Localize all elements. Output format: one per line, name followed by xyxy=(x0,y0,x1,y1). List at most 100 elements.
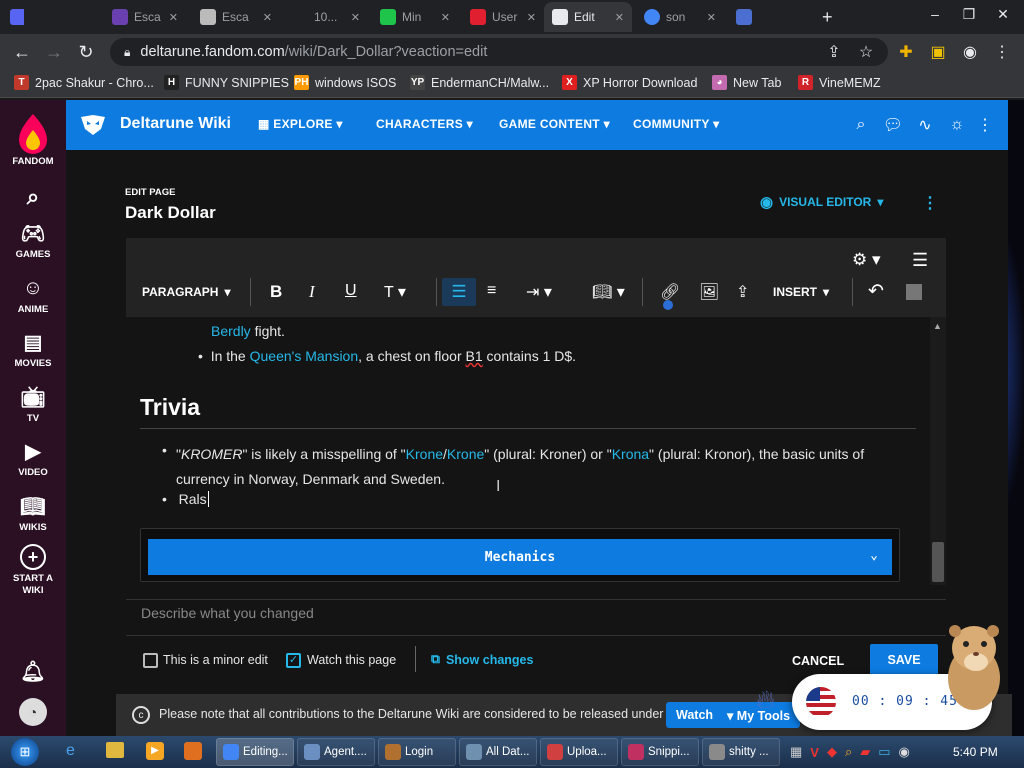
bookmark-item[interactable]: R VineMEMZ xyxy=(798,75,881,90)
save-button[interactable]: SAVE xyxy=(870,644,938,676)
settings-gear-icon[interactable]: ⚙ ▾ xyxy=(852,250,881,270)
fandom-logo[interactable]: FANDOM xyxy=(0,112,66,167)
tray-icon[interactable]: ▰ xyxy=(860,744,870,760)
bookmark-item[interactable]: T 2pac Shakur - Chro... xyxy=(14,75,154,90)
tray-icon[interactable]: V xyxy=(810,745,819,760)
activity-icon[interactable]: ∿ xyxy=(912,112,938,138)
close-tab-icon[interactable]: ✕ xyxy=(707,11,716,24)
visual-editor-switch[interactable]: ◉ VISUAL EDITOR ▾ xyxy=(760,193,883,211)
close-tab-icon[interactable]: ✕ xyxy=(441,11,450,24)
bookmark-item[interactable]: X XP Horror Download xyxy=(562,75,697,90)
close-tab-icon[interactable]: ✕ xyxy=(169,11,178,24)
browser-tab[interactable]: Min ✕ xyxy=(372,2,458,32)
reload-icon[interactable]: ↻ xyxy=(74,40,98,64)
media-player-icon[interactable]: ▶ xyxy=(146,742,164,760)
cancel-button[interactable]: CANCEL xyxy=(792,654,844,668)
image-icon[interactable]: 🖼︎ xyxy=(699,282,719,302)
bold-icon[interactable]: B xyxy=(270,282,282,302)
krone-link[interactable]: Krone xyxy=(406,446,443,462)
browser-tab[interactable]: Esca ✕ xyxy=(192,2,280,32)
start-button[interactable]: ⊞ xyxy=(6,736,44,768)
bullet-list-icon[interactable]: ☰ xyxy=(442,278,476,306)
minor-edit-checkbox[interactable] xyxy=(143,653,158,668)
deltarune-logo[interactable] xyxy=(78,110,108,140)
browser-tab-active[interactable]: Edit ✕ xyxy=(544,2,632,32)
restore-icon[interactable]: ❐ xyxy=(952,0,986,28)
rail-start-wiki[interactable]: + START A WIKI xyxy=(0,544,66,597)
browser-tab[interactable]: Esca ✕ xyxy=(104,2,186,32)
close-window-icon[interactable]: ✕ xyxy=(986,0,1020,28)
tray-icon[interactable]: ⌕ xyxy=(845,744,852,760)
taskbar-chrome-editing[interactable]: Editing... xyxy=(216,738,294,766)
show-changes-button[interactable]: ⧉ Show changes xyxy=(431,652,533,667)
scroll-up-icon[interactable]: ▲ xyxy=(933,321,942,331)
edit-more-icon[interactable]: ⋮ xyxy=(922,193,938,213)
berdly-link[interactable]: Berdly xyxy=(211,323,251,339)
bookmark-item[interactable]: ◕ New Tab xyxy=(712,75,781,90)
insert-dropdown[interactable]: INSERT ▾ xyxy=(773,285,829,299)
bookmark-item[interactable]: PH windows ISOS xyxy=(294,75,396,90)
tray-icon[interactable]: ◆ xyxy=(827,744,837,760)
bookmark-item[interactable]: YP EndermanCH/Malw... xyxy=(410,75,549,90)
taskbar-item[interactable]: Snippi... xyxy=(621,738,699,766)
edit-summary-input[interactable]: Describe what you changed xyxy=(141,605,314,621)
queens-mansion-link[interactable]: Queen's Mansion xyxy=(250,348,359,364)
more-options-icon[interactable]: ⋮ xyxy=(972,112,998,138)
tray-icon[interactable]: ▦ xyxy=(790,744,802,760)
rail-anime[interactable]: ☺ ANIME xyxy=(0,275,66,316)
nav-game-content[interactable]: GAME CONTENT ▾ xyxy=(499,117,610,131)
tray-icon[interactable]: ▭ xyxy=(878,744,890,760)
new-tab-button[interactable]: + xyxy=(814,2,840,32)
profile-avatar-icon[interactable]: ◉ xyxy=(958,40,982,64)
bookmark-star-icon[interactable]: ☆ xyxy=(854,40,878,64)
extensions-puzzle-icon[interactable]: ✚ xyxy=(894,40,918,64)
browser-tab[interactable]: 10... ✕ xyxy=(284,2,368,32)
numbered-list-icon[interactable]: ≡ xyxy=(487,282,496,300)
browser-tab[interactable]: User ✕ xyxy=(462,2,544,32)
theme-sun-icon[interactable]: ☼ xyxy=(944,112,970,138)
hamburger-menu-icon[interactable]: ☰ xyxy=(912,250,928,271)
share-icon[interactable]: ⇪ xyxy=(822,40,846,64)
rail-tv[interactable]: 📺︎ TV xyxy=(0,384,66,425)
tray-icon[interactable]: ◉ xyxy=(899,744,910,760)
chrome-menu-icon[interactable]: ⋮ xyxy=(990,40,1014,64)
rail-notifications[interactable]: 🔔︎ xyxy=(0,658,66,687)
italic-icon[interactable]: I xyxy=(309,282,315,302)
taskbar-item[interactable]: Agent.... xyxy=(297,738,375,766)
rail-user-avatar[interactable]: ◔ xyxy=(0,698,66,729)
paint-icon[interactable] xyxy=(184,742,202,760)
sidebar-icon[interactable]: ▣ xyxy=(926,40,950,64)
taskbar-item[interactable]: All Dat... xyxy=(459,738,537,766)
mechanics-collapsible[interactable]: Mechanics ⌄ xyxy=(148,539,892,575)
rail-search[interactable]: ⌕ xyxy=(0,184,66,213)
browser-tab[interactable] xyxy=(728,2,756,32)
rail-games[interactable]: 🎮︎ GAMES xyxy=(0,220,66,261)
undo-icon[interactable]: ↶ xyxy=(868,280,884,303)
rail-video[interactable]: ▶ VIDEO xyxy=(0,438,66,479)
taskbar-item[interactable]: Uploa... xyxy=(540,738,618,766)
ie-icon[interactable]: e xyxy=(66,742,75,760)
close-tab-icon[interactable]: ✕ xyxy=(615,11,624,24)
wiki-name[interactable]: Deltarune Wiki xyxy=(120,115,231,133)
scrollbar-thumb[interactable] xyxy=(932,542,944,582)
back-icon[interactable]: ← xyxy=(10,40,34,64)
watch-page-checkbox[interactable]: ✓ xyxy=(286,653,301,668)
indent-icon[interactable]: ⇥ ▾ xyxy=(526,282,552,302)
nav-community[interactable]: COMMUNITY ▾ xyxy=(633,117,719,131)
nav-characters[interactable]: CHARACTERS ▾ xyxy=(376,117,473,131)
link-icon[interactable]: 🔗︎ xyxy=(660,282,680,302)
close-tab-icon[interactable]: ✕ xyxy=(527,11,536,24)
taskbar-item[interactable]: shitty ... xyxy=(702,738,780,766)
cite-book-icon[interactable]: 📖︎ ▾ xyxy=(592,282,625,302)
nav-explore[interactable]: ▦ EXPLORE ▾ xyxy=(258,117,343,131)
underline-icon[interactable]: U xyxy=(345,282,357,300)
browser-tab[interactable]: son ✕ xyxy=(636,2,724,32)
paragraph-format-dropdown[interactable]: PARAGRAPH ▾ xyxy=(142,285,230,299)
taskbar-clock[interactable]: 5:40 PM xyxy=(953,745,998,759)
watch-button[interactable]: Watch xyxy=(676,708,713,722)
scrollbar[interactable]: ▲ xyxy=(930,317,946,585)
wiki-search-icon[interactable]: ⌕ xyxy=(848,112,874,138)
address-bar[interactable]: 🔒︎ deltarune.fandom.com/wiki/Dark_Dollar… xyxy=(110,38,888,66)
close-tab-icon[interactable]: ✕ xyxy=(263,11,272,24)
text-style-icon[interactable]: T ▾ xyxy=(384,282,406,302)
